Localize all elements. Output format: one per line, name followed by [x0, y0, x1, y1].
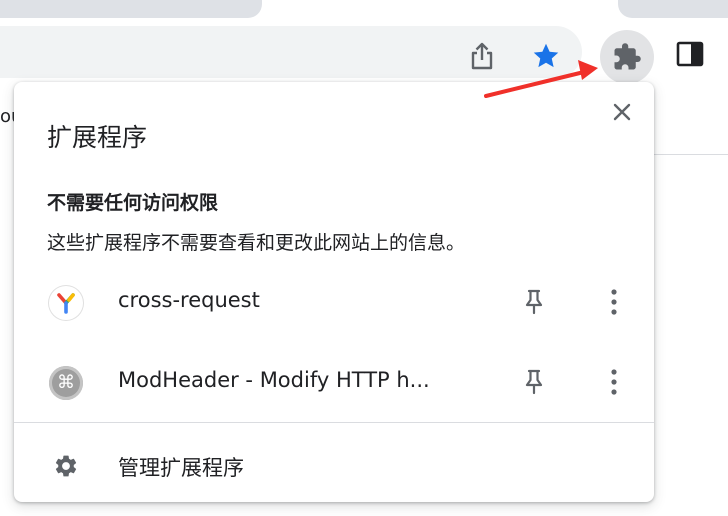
pin-icon: [525, 369, 543, 395]
manage-extensions-label: 管理扩展程序: [118, 456, 244, 480]
pin-button[interactable]: [518, 284, 550, 320]
browser-tab[interactable]: [0, 0, 262, 18]
share-button[interactable]: [462, 36, 502, 76]
popup-title: 扩展程序: [47, 123, 148, 152]
more-options-button[interactable]: [598, 284, 630, 320]
section-description: 这些扩展程序不需要查看和更改此网站上的信息。: [47, 232, 466, 254]
popup-divider: [14, 422, 654, 423]
bookmark-button[interactable]: [526, 36, 566, 76]
more-vert-icon: [611, 289, 617, 315]
extension-row-modheader[interactable]: ⌘ ModHeader - Modify HTTP h...: [14, 350, 654, 414]
extension-row-cross-request[interactable]: cross-request: [14, 270, 654, 334]
tab-strip: [0, 0, 728, 22]
pin-icon: [525, 289, 543, 315]
share-icon: [471, 42, 493, 70]
browser-toolbar: [0, 22, 728, 84]
extension-name: cross-request: [118, 288, 260, 312]
puzzle-icon: [614, 43, 641, 70]
close-button[interactable]: [606, 96, 638, 128]
extension-name: ModHeader - Modify HTTP h...: [118, 368, 430, 392]
side-panel-icon: [676, 41, 704, 67]
gear-icon: [52, 452, 80, 480]
pin-button[interactable]: [518, 364, 550, 400]
star-icon: [533, 43, 559, 68]
y-logo-icon: [49, 286, 83, 320]
command-key-icon: ⌘: [49, 366, 83, 400]
close-icon: [613, 103, 631, 121]
manage-extensions-button[interactable]: 管理扩展程序: [14, 432, 654, 496]
extensions-popup: 扩展程序 不需要任何访问权限 这些扩展程序不需要查看和更改此网站上的信息。 cr…: [14, 82, 654, 502]
extensions-button[interactable]: [600, 30, 654, 84]
side-panel-button[interactable]: [670, 34, 710, 74]
section-heading: 不需要任何访问权限: [47, 192, 219, 214]
more-vert-icon: [611, 369, 617, 395]
page-divider: [654, 154, 728, 155]
more-options-button[interactable]: [598, 364, 630, 400]
browser-tab[interactable]: [618, 0, 728, 18]
